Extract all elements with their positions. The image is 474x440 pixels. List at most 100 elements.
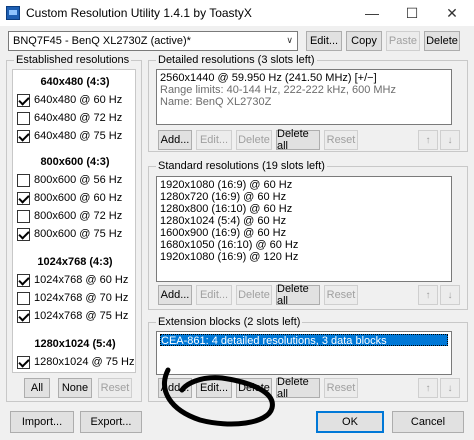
extension-down-button[interactable]: ↓ bbox=[440, 378, 460, 398]
arrow-down-icon: ↓ bbox=[447, 134, 453, 146]
est-item[interactable]: 640x480 @ 72 Hz bbox=[17, 110, 122, 126]
extension-delete-all-button[interactable]: Delete all bbox=[276, 376, 320, 400]
detailed-up-button[interactable]: ↑ bbox=[418, 130, 438, 150]
arrow-down-icon: ↓ bbox=[447, 382, 453, 394]
minimize-button[interactable]: — bbox=[352, 0, 392, 26]
detailed-down-button[interactable]: ↓ bbox=[440, 130, 460, 150]
detailed-label: Detailed resolutions (3 slots left) bbox=[156, 54, 317, 66]
detailed-list[interactable]: 2560x1440 @ 59.950 Hz (241.50 MHz) [+/−]… bbox=[156, 69, 452, 125]
monitor-edit-button[interactable]: Edit... bbox=[306, 31, 342, 51]
est-item-label: 640x480 @ 75 Hz bbox=[34, 130, 123, 142]
est-item[interactable]: 800x600 @ 60 Hz bbox=[17, 190, 122, 206]
est-header-800: 800x600 (4:3) bbox=[40, 156, 110, 168]
standard-add-button[interactable]: Add... bbox=[158, 285, 192, 305]
established-label: Established resolutions bbox=[14, 54, 132, 66]
standard-up-button[interactable]: ↑ bbox=[418, 285, 438, 305]
checkbox-checked-icon[interactable] bbox=[17, 309, 30, 323]
detailed-delete-button[interactable]: Delete bbox=[236, 130, 272, 150]
list-item[interactable]: 2560x1440 @ 59.950 Hz (241.50 MHz) [+/−] bbox=[160, 72, 448, 84]
est-item-label: 640x480 @ 72 Hz bbox=[34, 112, 123, 124]
est-none-button[interactable]: None bbox=[58, 378, 92, 398]
est-header-1024: 1024x768 (4:3) bbox=[37, 256, 113, 268]
est-reset-button[interactable]: Reset bbox=[98, 378, 132, 398]
minimize-icon: — bbox=[365, 5, 379, 21]
est-item[interactable]: 800x600 @ 56 Hz bbox=[17, 172, 122, 188]
title-bar: Custom Resolution Utility 1.4.1 by Toast… bbox=[0, 0, 474, 26]
import-button[interactable]: Import... bbox=[10, 411, 74, 433]
est-all-button[interactable]: All bbox=[24, 378, 50, 398]
est-item[interactable]: 1280x1024 @ 75 Hz bbox=[17, 354, 134, 370]
extension-up-button[interactable]: ↑ bbox=[418, 378, 438, 398]
checkbox-checked-icon[interactable] bbox=[17, 191, 30, 205]
close-button[interactable]: ✕ bbox=[432, 0, 472, 26]
arrow-up-icon: ↑ bbox=[425, 289, 431, 301]
est-header-1280: 1280x1024 (5:4) bbox=[34, 338, 116, 350]
list-item: Range limits: 40-144 Hz, 222-222 kHz, 60… bbox=[160, 84, 396, 96]
cancel-button[interactable]: Cancel bbox=[392, 411, 464, 433]
list-item[interactable]: 1280x800 (16:10) @ 60 Hz bbox=[160, 203, 448, 215]
monitor-select[interactable]: BNQ7F45 - BenQ XL2730Z (active)* ∨ bbox=[8, 31, 298, 51]
list-item[interactable]: 1680x1050 (16:10) @ 60 Hz bbox=[160, 239, 448, 251]
standard-list[interactable]: 1920x1080 (16:9) @ 60 Hz 1280x720 (16:9)… bbox=[156, 176, 452, 282]
checkbox-checked-icon[interactable] bbox=[17, 273, 30, 287]
checkbox-unchecked-icon[interactable] bbox=[17, 111, 30, 125]
standard-reset-button[interactable]: Reset bbox=[324, 285, 358, 305]
standard-down-button[interactable]: ↓ bbox=[440, 285, 460, 305]
detailed-delete-all-button[interactable]: Delete all bbox=[276, 128, 320, 152]
est-item-label: 1024x768 @ 60 Hz bbox=[34, 274, 129, 286]
arrow-up-icon: ↑ bbox=[425, 382, 431, 394]
checkbox-checked-icon[interactable] bbox=[17, 93, 30, 107]
monitor-delete-button[interactable]: Delete bbox=[424, 31, 460, 51]
arrow-down-icon: ↓ bbox=[447, 289, 453, 301]
chevron-down-icon: ∨ bbox=[286, 35, 293, 45]
ok-button[interactable]: OK bbox=[316, 411, 384, 433]
list-item[interactable]: 1600x900 (16:9) @ 60 Hz bbox=[160, 227, 448, 239]
est-item-label: 800x600 @ 60 Hz bbox=[34, 192, 123, 204]
est-item-label: 1024x768 @ 75 Hz bbox=[34, 310, 129, 322]
detailed-edit-button[interactable]: Edit... bbox=[196, 130, 232, 150]
est-item[interactable]: 800x600 @ 75 Hz bbox=[17, 226, 122, 242]
monitor-select-value: BNQ7F45 - BenQ XL2730Z (active)* bbox=[13, 35, 191, 47]
detailed-add-button[interactable]: Add... bbox=[158, 130, 192, 150]
standard-delete-button[interactable]: Delete bbox=[236, 285, 272, 305]
est-item-label: 1024x768 @ 70 Hz bbox=[34, 292, 129, 304]
extension-delete-button[interactable]: Delete bbox=[236, 378, 272, 398]
extension-edit-button[interactable]: Edit... bbox=[196, 378, 232, 398]
est-item[interactable]: 640x480 @ 75 Hz bbox=[17, 128, 122, 144]
list-item[interactable]: 1920x1080 (16:9) @ 120 Hz bbox=[160, 251, 448, 263]
detailed-reset-button[interactable]: Reset bbox=[324, 130, 358, 150]
est-item[interactable]: 1024x768 @ 60 Hz bbox=[17, 272, 128, 288]
extension-reset-button[interactable]: Reset bbox=[324, 378, 358, 398]
export-button[interactable]: Export... bbox=[80, 411, 142, 433]
est-item-label: 1280x1024 @ 75 Hz bbox=[34, 356, 135, 368]
monitor-copy-button[interactable]: Copy bbox=[346, 31, 382, 51]
est-item[interactable]: 640x480 @ 60 Hz bbox=[17, 92, 122, 108]
checkbox-checked-icon[interactable] bbox=[17, 227, 30, 241]
est-item[interactable]: 1024x768 @ 75 Hz bbox=[17, 308, 128, 324]
list-item[interactable]: 1280x1024 (5:4) @ 60 Hz bbox=[160, 215, 448, 227]
maximize-button[interactable]: ☐ bbox=[392, 0, 432, 26]
list-item-selected[interactable]: CEA-861: 4 detailed resolutions, 3 data … bbox=[160, 334, 448, 347]
monitor-paste-button[interactable]: Paste bbox=[386, 31, 420, 51]
maximize-icon: ☐ bbox=[405, 4, 419, 21]
checkbox-checked-icon[interactable] bbox=[17, 355, 30, 369]
standard-label: Standard resolutions (19 slots left) bbox=[156, 160, 327, 172]
extension-add-button[interactable]: Add... bbox=[158, 378, 192, 398]
est-item[interactable]: 800x600 @ 72 Hz bbox=[17, 208, 122, 224]
standard-edit-button[interactable]: Edit... bbox=[196, 285, 232, 305]
close-icon: ✕ bbox=[446, 4, 458, 21]
est-item-label: 800x600 @ 75 Hz bbox=[34, 228, 123, 240]
extension-list[interactable]: CEA-861: 4 detailed resolutions, 3 data … bbox=[156, 331, 452, 375]
checkbox-unchecked-icon[interactable] bbox=[17, 291, 30, 305]
list-item[interactable]: 1280x720 (16:9) @ 60 Hz bbox=[160, 191, 448, 203]
est-item-label: 640x480 @ 60 Hz bbox=[34, 94, 123, 106]
checkbox-unchecked-icon[interactable] bbox=[17, 209, 30, 223]
extension-label: Extension blocks (2 slots left) bbox=[156, 316, 303, 328]
standard-delete-all-button[interactable]: Delete all bbox=[276, 283, 320, 307]
checkbox-checked-icon[interactable] bbox=[17, 129, 30, 143]
arrow-up-icon: ↑ bbox=[425, 134, 431, 146]
list-item[interactable]: 1920x1080 (16:9) @ 60 Hz bbox=[160, 179, 448, 191]
est-item[interactable]: 1024x768 @ 70 Hz bbox=[17, 290, 128, 306]
est-item-label: 800x600 @ 56 Hz bbox=[34, 174, 123, 186]
checkbox-unchecked-icon[interactable] bbox=[17, 173, 30, 187]
